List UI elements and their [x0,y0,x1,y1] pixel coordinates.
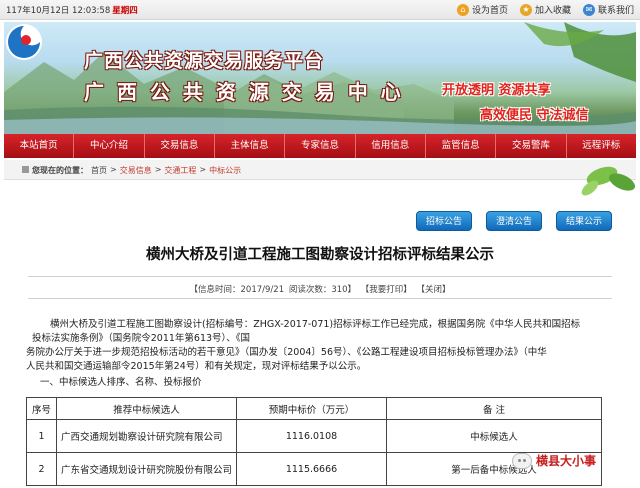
main-nav: 本站首页 中心介绍 交易信息 主体信息 专家信息 信用信息 监管信息 交易警库 … [4,134,636,158]
nav-item-credit-info[interactable]: 信用信息 [356,134,426,158]
add-favorite-link[interactable]: ★ 加入收藏 [519,3,571,16]
slogan-line-1: 开放透明 资源共享 [442,83,551,98]
contact-us-link[interactable]: ✉ 联系我们 [582,3,634,16]
set-homepage-label: 设为首页 [471,6,508,16]
cell-candidate: 广东省交通规划设计研究院股份有限公司 [56,452,237,486]
top-links: ⌂ 设为首页 ★ 加入收藏 ✉ 联系我们 [456,3,634,16]
article-meta: 【信息时间：2017/9/21 阅读次数：310】 【我要打印】 【关闭】 [0,283,640,295]
table-row: 1 广西交通规划勘察设计研究院有限公司 1116.0108 中标候选人 [26,419,602,453]
body-paragraph-line-4: 人民共和国交通运输部令2015年第24号）和有关规定，现对评标结果予以公示。 [26,361,367,372]
body-paragraph-line-1: 横州大桥及引道工程施工图勘察设计(招标编号：ZHGX-2017-071)招标评标… [50,319,581,330]
platform-title: 广西公共资源交易服务平台 [84,50,325,72]
date-text: 117年10月12日 12:03:58 [6,6,111,16]
date-time: 117年10月12日 12:03:58 星期四 [6,4,138,16]
logo-icon [6,24,42,60]
nav-item-remote-evaluation[interactable]: 远程评标 [567,134,636,158]
watermark-text: 横县大小事 [536,454,597,468]
article-title: 横州大桥及引道工程施工图勘察设计招标评标结果公示 [146,246,494,263]
star-icon: ★ [519,3,532,16]
close-link[interactable]: 【关闭】 [416,285,450,295]
home-icon: ⌂ [456,3,469,16]
print-link[interactable]: 【我要打印】 [361,285,412,295]
column-header-price: 预期中标价（万元） [236,397,387,420]
nav-item-trading-info[interactable]: 交易信息 [145,134,215,158]
tab-tender-notice[interactable]: 招标公告 [416,211,472,231]
weekday-text: 星期四 [112,6,138,16]
cell-remark: 中标候选人 [386,419,602,453]
slogan-line-2: 高效便民 守法诚信 [480,108,589,123]
nav-item-about[interactable]: 中心介绍 [74,134,145,158]
breadcrumb-home[interactable]: 首页 [91,165,107,176]
title-divider [28,276,612,277]
location-icon [22,166,29,173]
cell-index: 2 [26,452,57,486]
top-bar: 117年10月12日 12:03:58 星期四 ⌂ 设为首页 ★ 加入收藏 ✉ 联… [0,0,640,20]
watermark: 横县大小事 [512,452,596,469]
column-header-index: 序号 [26,397,57,420]
breadcrumb-bid-result[interactable]: 中标公示 [209,165,241,176]
publish-date: 【信息时间：2017/9/21 [189,285,285,295]
breadcrumb-transport-engineering[interactable]: 交通工程 [164,165,196,176]
cell-price: 1115.6666 [236,452,387,486]
breadcrumb-label: 您现在的位置： [32,166,88,175]
view-count: 阅读次数：310】 [288,285,357,295]
body-paragraph-line-2: 投标法实施条例》（国务院令2011年第613号）、《国 [32,333,251,344]
cell-candidate: 广西交通规划勘察设计研究院有限公司 [56,419,237,453]
column-header-remark: 备 注 [386,397,602,420]
center-title: 广 西 公 共 资 源 交 易 中 心 [84,80,404,104]
nav-item-entity-info[interactable]: 主体信息 [215,134,286,158]
contact-us-label: 联系我们 [597,6,634,16]
chat-bubble-icon [512,452,532,469]
notice-tabs: 招标公告 澄清公告 结果公示 [416,211,612,231]
section-heading: 一、中标候选人排序、名称、投标报价 [40,377,202,388]
breadcrumb-sep: > [110,165,117,174]
nav-item-home[interactable]: 本站首页 [4,134,75,158]
candidate-table: 序号 推荐中标候选人 预期中标价（万元） 备 注 1 广西交通规划勘察设计研究院… [26,397,602,486]
body-paragraph-line-3: 务院办公厅关于进一步规范招投标活动的若干意见》（国办发〔2004〕56号）、《公… [26,347,547,358]
breadcrumb-bar: 您现在的位置： 首页 > 交易信息 > 交通工程 > 中标公示 [4,160,636,180]
breadcrumb: 您现在的位置： 首页 > 交易信息 > 交通工程 > 中标公示 [22,165,241,176]
tab-result-notice[interactable]: 结果公示 [556,211,612,231]
cell-index: 1 [26,419,57,453]
add-favorite-label: 加入收藏 [534,6,571,16]
meta-divider [28,298,612,299]
site-banner: 广西公共资源交易服务平台 广 西 公 共 资 源 交 易 中 心 开放透明 资源… [4,22,636,134]
nav-item-supervision-info[interactable]: 监管信息 [426,134,497,158]
breadcrumb-sep: > [154,165,162,174]
cell-price: 1116.0108 [236,419,387,453]
leaf-decoration-icon [581,166,636,196]
nav-item-expert-info[interactable]: 专家信息 [285,134,356,158]
tab-clarification-notice[interactable]: 澄清公告 [486,211,542,231]
set-homepage-link[interactable]: ⌂ 设为首页 [456,3,508,16]
nav-item-trading-alert[interactable]: 交易警库 [496,134,567,158]
breadcrumb-sep: > [199,165,207,174]
table-header-row: 序号 推荐中标候选人 预期中标价（万元） 备 注 [26,397,602,420]
column-header-candidate: 推荐中标候选人 [56,397,237,420]
mail-icon: ✉ [582,3,595,16]
breadcrumb-trading-info[interactable]: 交易信息 [120,165,152,176]
